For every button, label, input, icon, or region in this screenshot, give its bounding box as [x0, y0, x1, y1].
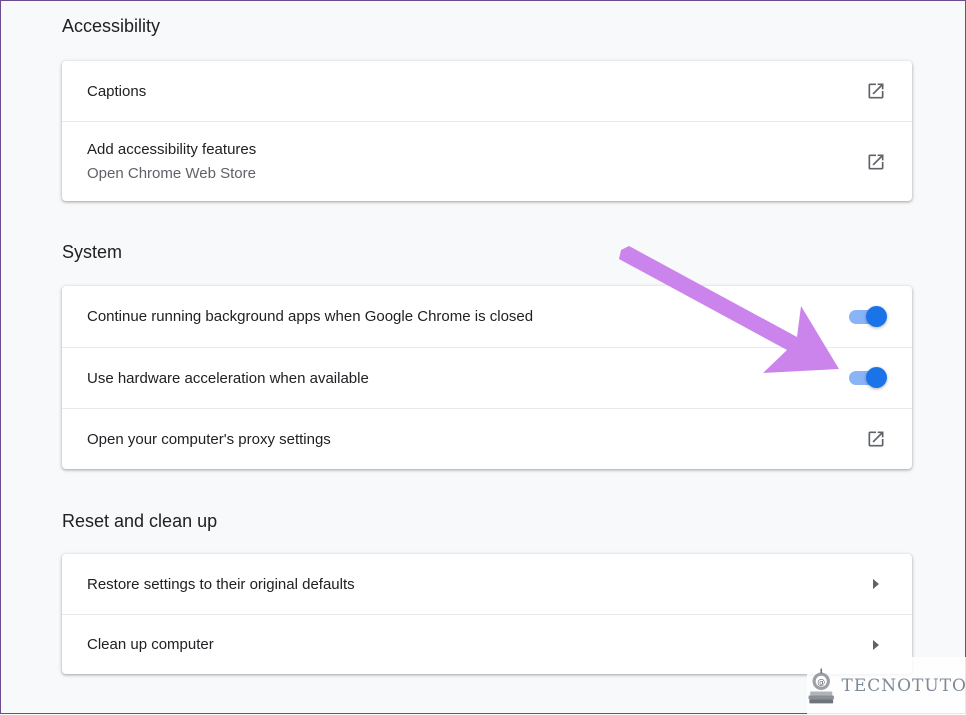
toggle-knob: [866, 367, 887, 388]
proxy-settings-label: Open your computer's proxy settings: [87, 430, 331, 448]
restore-defaults-label: Restore settings to their original defau…: [87, 575, 355, 593]
restore-defaults-row[interactable]: Restore settings to their original defau…: [62, 554, 912, 614]
open-external-icon[interactable]: [864, 427, 888, 451]
open-external-icon[interactable]: [864, 79, 888, 103]
section-title-system: System: [62, 242, 123, 262]
open-external-icon[interactable]: [864, 150, 888, 174]
background-apps-toggle[interactable]: [848, 305, 888, 329]
add-accessibility-features-label: Add accessibility features: [87, 141, 257, 158]
captions-row[interactable]: Captions: [62, 61, 912, 121]
accessibility-card: Captions Add accessibility features Open…: [62, 61, 912, 201]
chevron-right-icon[interactable]: [864, 572, 888, 596]
hardware-acceleration-toggle[interactable]: [848, 366, 888, 390]
svg-text:@: @: [817, 677, 825, 686]
hardware-acceleration-label: Use hardware acceleration when available: [87, 369, 369, 387]
captions-label: Captions: [87, 82, 147, 100]
clean-up-label: Clean up computer: [87, 636, 214, 653]
reset-card: Restore settings to their original defau…: [62, 554, 912, 674]
open-web-store-sublabel: Open Chrome Web Store: [87, 165, 256, 182]
hardware-acceleration-row[interactable]: Use hardware acceleration when available: [62, 347, 912, 408]
clean-up-row[interactable]: Clean up computer: [62, 614, 912, 674]
watermark-text: TECNOTUTO: [841, 676, 966, 696]
background-apps-label: Continue running background apps when Go…: [87, 308, 534, 325]
background-apps-row[interactable]: Continue running background apps when Go…: [62, 286, 912, 347]
section-title-accessibility: Accessibility: [62, 16, 161, 36]
system-card: Continue running background apps when Go…: [62, 286, 912, 469]
chevron-right-icon[interactable]: [864, 633, 888, 657]
watermark: @ TECNOTUTO: [807, 657, 966, 715]
add-accessibility-features-row[interactable]: Add accessibility features Open Chrome W…: [62, 121, 912, 201]
proxy-settings-row[interactable]: Open your computer's proxy settings: [62, 408, 912, 469]
tecnotuto-logo-icon: @: [808, 668, 834, 704]
section-title-reset: Reset and clean up: [62, 511, 218, 531]
toggle-knob: [866, 305, 887, 327]
